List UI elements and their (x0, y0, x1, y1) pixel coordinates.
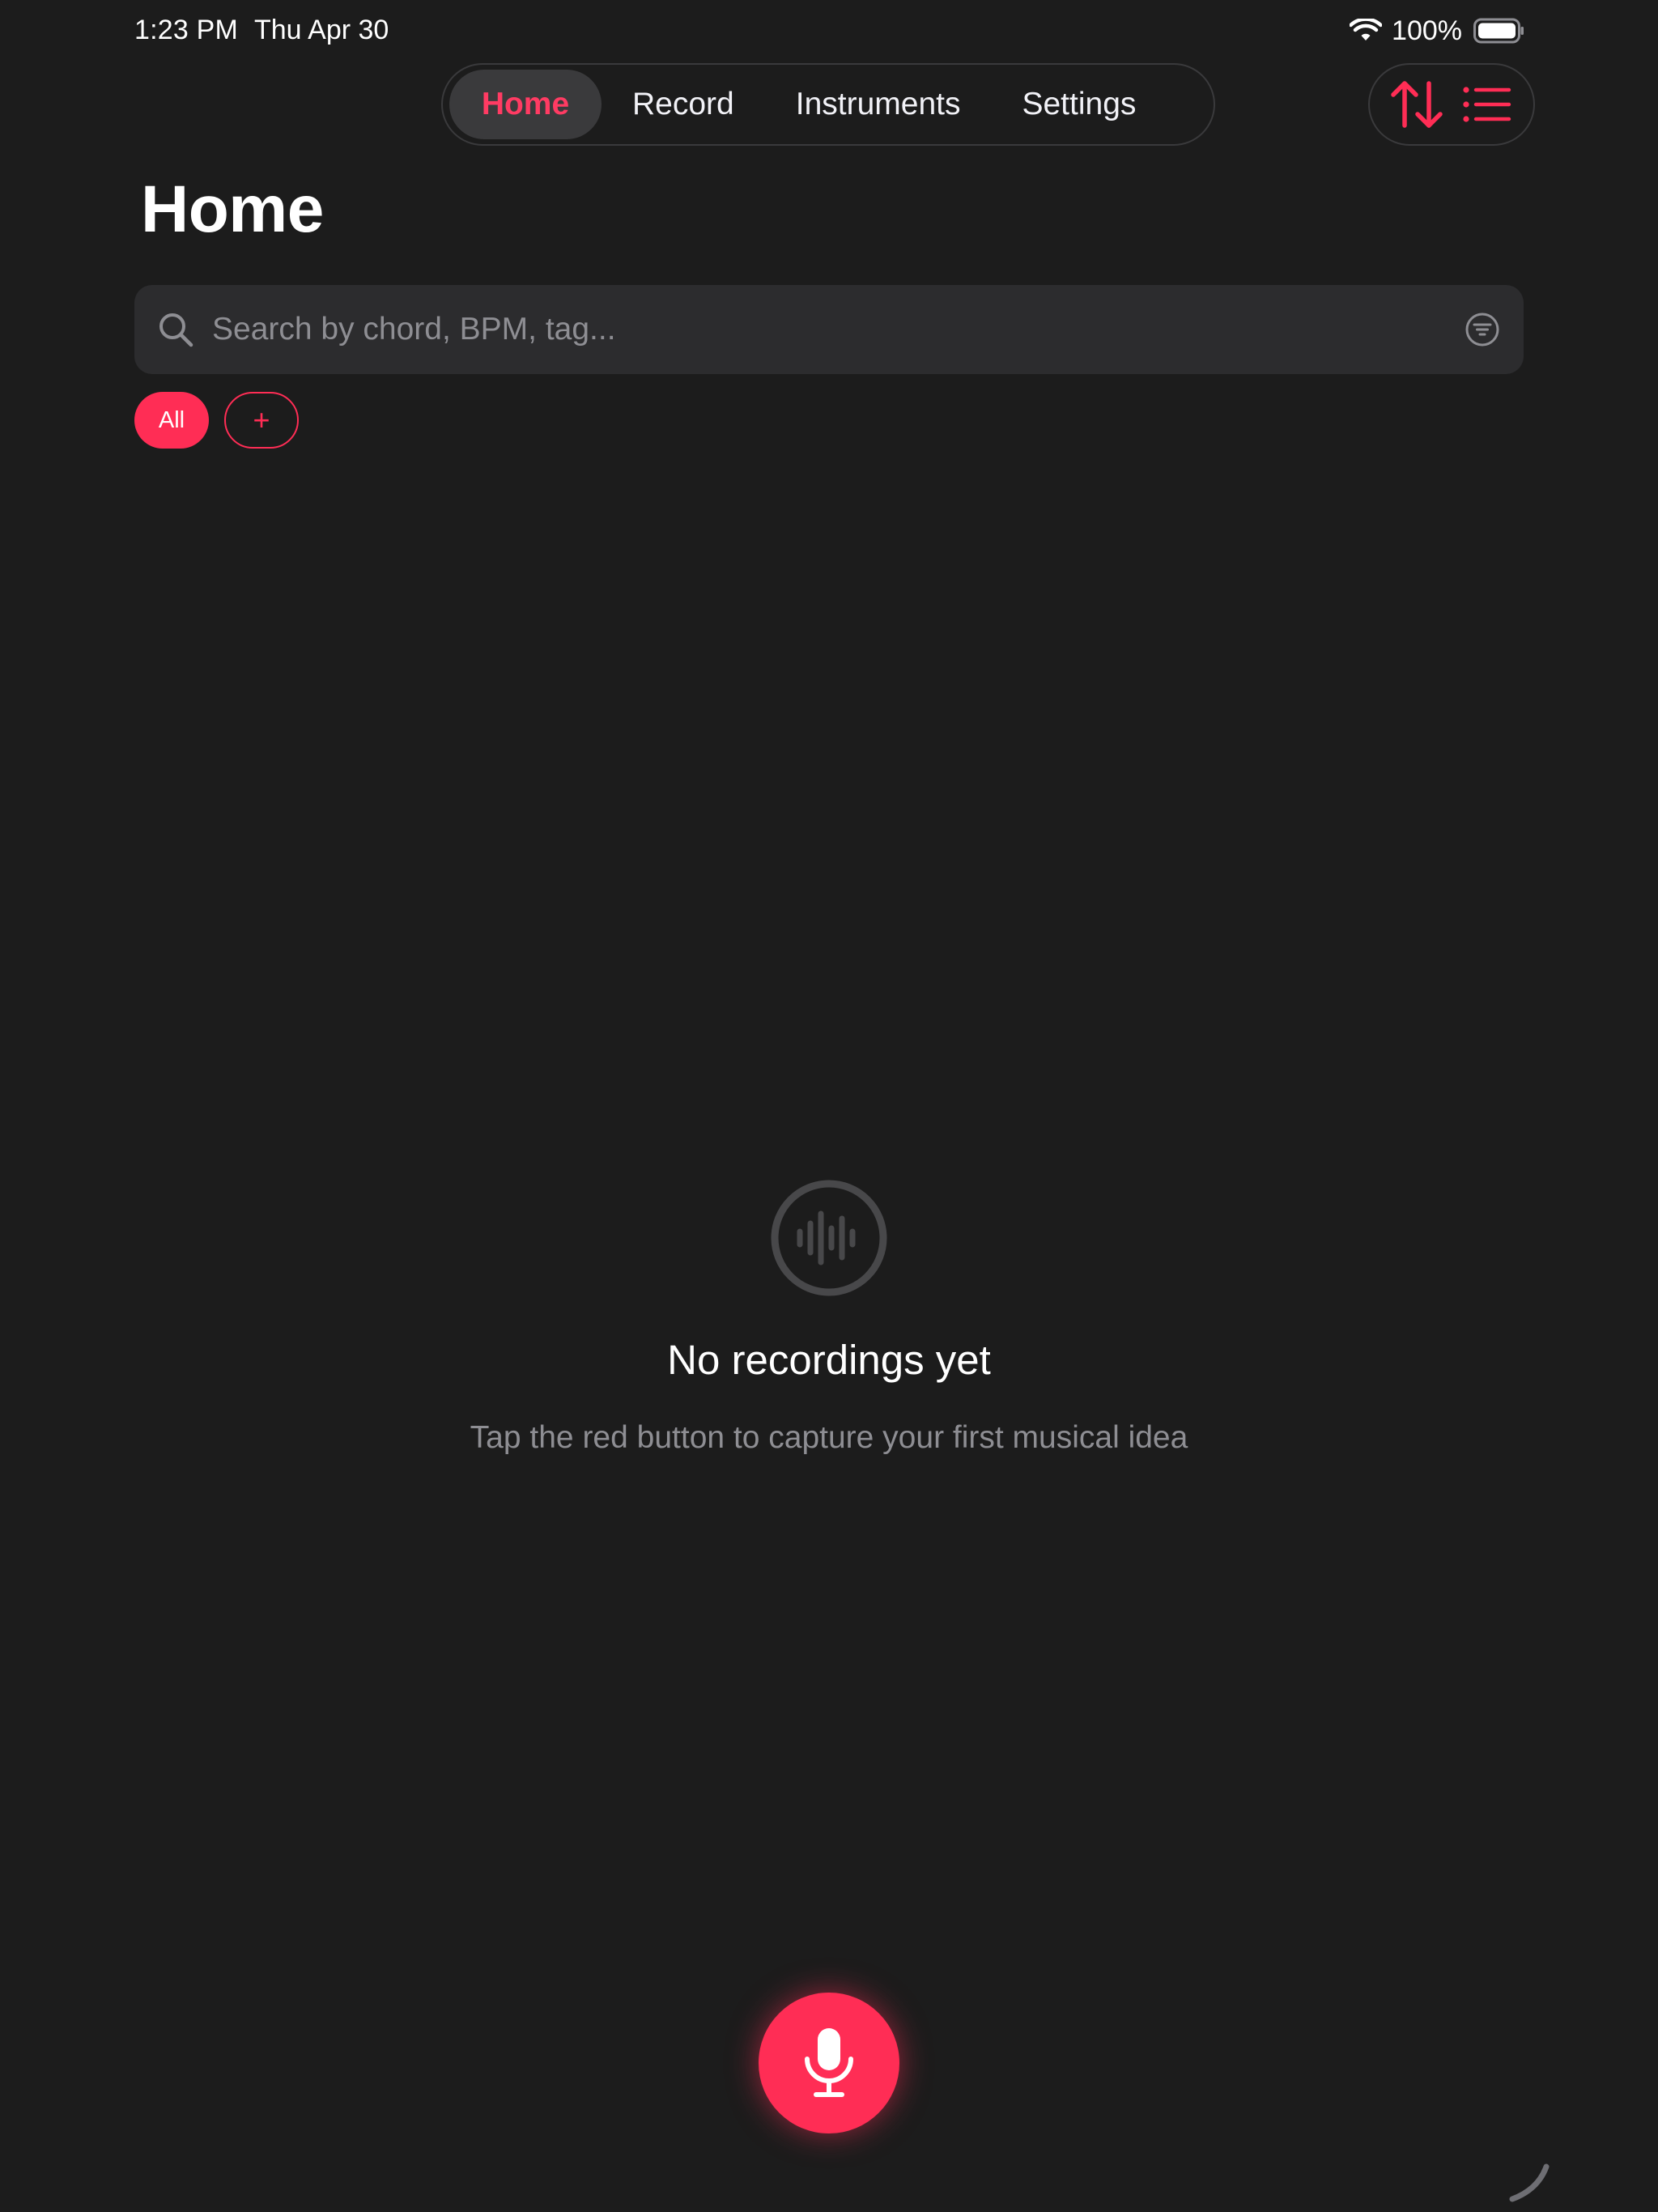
toolbar-actions (1368, 63, 1535, 146)
status-date: Thu Apr 30 (254, 15, 389, 45)
add-tag-chip[interactable]: + (224, 392, 299, 449)
sort-button[interactable] (1386, 74, 1448, 135)
battery-icon (1473, 18, 1524, 44)
empty-state-title: No recordings yet (667, 1337, 991, 1383)
empty-state-subtitle: Tap the red button to capture your first… (470, 1420, 1188, 1455)
waveform-circle-icon (771, 1180, 887, 1296)
tab-instruments[interactable]: Instruments (765, 70, 992, 139)
search-bar (134, 285, 1524, 374)
top-tab-bar: Home Record Instruments Settings (441, 63, 1215, 146)
status-time: 1:23 PM (134, 15, 239, 45)
search-input[interactable] (210, 311, 1464, 348)
status-indicators: 100% (1350, 15, 1525, 47)
page-title: Home (141, 172, 324, 246)
search-icon (159, 313, 193, 347)
wifi-icon (1350, 19, 1383, 40)
battery-percent: 100% (1392, 15, 1462, 46)
microphone-icon (805, 2028, 853, 2097)
sort-arrows-icon (1390, 81, 1443, 128)
resize-handle-icon[interactable] (1506, 2163, 1551, 2202)
app-screen: 1:23 PM Thu Apr 30 100% Home Record Inst… (0, 0, 1658, 2212)
list-view-button[interactable] (1456, 74, 1518, 135)
filter-icon[interactable] (1464, 311, 1501, 348)
tab-settings[interactable]: Settings (991, 70, 1167, 139)
record-button[interactable] (759, 1993, 899, 2133)
tab-record[interactable]: Record (602, 70, 765, 139)
chip-all[interactable]: All (134, 392, 209, 449)
tab-home[interactable]: Home (449, 70, 602, 139)
list-icon (1462, 87, 1511, 122)
